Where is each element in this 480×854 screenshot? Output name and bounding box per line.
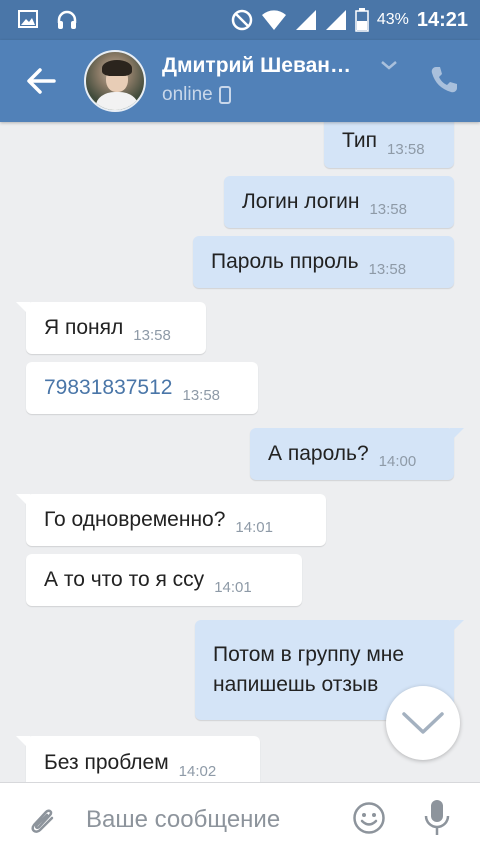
message-bubble[interactable]: 79831837512 13:58 bbox=[26, 362, 258, 414]
message-time: 13:58 bbox=[368, 261, 407, 278]
wifi-icon bbox=[261, 10, 286, 30]
status-bar: 43% 14:21 bbox=[0, 0, 480, 40]
message-input[interactable] bbox=[86, 803, 336, 837]
message-list[interactable]: Тип 13:58 Логин логин 13:58 Пароль ппрол… bbox=[0, 122, 480, 782]
message-text: Го одновременно? bbox=[44, 508, 226, 531]
clock: 14:21 bbox=[416, 8, 468, 31]
avatar[interactable] bbox=[84, 50, 146, 112]
message-text: Пароль ппроль bbox=[211, 250, 359, 273]
phone-number-link[interactable]: 79831837512 bbox=[44, 376, 172, 400]
message-bubble[interactable]: Логин логин 13:58 bbox=[224, 176, 454, 228]
bubble-tail bbox=[450, 428, 464, 442]
message-bubble[interactable]: А пароль? 14:00 bbox=[250, 428, 464, 480]
message-text: А то что то я ссу bbox=[44, 568, 205, 591]
message-text: Я понял bbox=[44, 316, 124, 339]
do-not-disturb-icon bbox=[231, 9, 253, 31]
chevron-down-icon bbox=[402, 712, 444, 734]
bubble-tail bbox=[450, 620, 464, 634]
microphone-icon[interactable] bbox=[424, 799, 450, 837]
message-time: 13:58 bbox=[387, 141, 425, 158]
message-bubble[interactable]: Пароль ппроль 13:58 bbox=[193, 236, 454, 288]
message-time: 14:01 bbox=[214, 579, 252, 596]
paperclip-icon[interactable] bbox=[26, 803, 58, 837]
emoji-icon[interactable] bbox=[352, 801, 386, 835]
online-status-label: online bbox=[162, 84, 213, 105]
contact-status: online bbox=[162, 84, 231, 106]
message-text: Без проблем bbox=[44, 751, 169, 774]
message-bubble[interactable]: Тип 13:58 bbox=[324, 122, 454, 168]
message-text: Логин логин bbox=[242, 190, 360, 213]
message-bubble[interactable]: А то что то я ссу 14:01 bbox=[26, 554, 302, 606]
bubble-tail bbox=[16, 302, 30, 316]
message-time: 14:00 bbox=[378, 453, 417, 470]
contact-name[interactable]: Дмитрий Шеван… bbox=[162, 54, 351, 78]
message-bubble[interactable]: Я понял 13:58 bbox=[16, 302, 206, 354]
battery-percent: 43% bbox=[376, 11, 409, 28]
message-composer bbox=[0, 782, 480, 854]
message-time: 13:58 bbox=[369, 201, 407, 218]
mobile-device-icon bbox=[218, 86, 231, 104]
back-arrow-icon[interactable] bbox=[24, 64, 58, 98]
chevron-down-icon[interactable] bbox=[380, 58, 398, 72]
signal-icon-2 bbox=[325, 10, 346, 30]
message-time: 14:02 bbox=[178, 763, 217, 780]
chat-header: Дмитрий Шеван… online bbox=[0, 40, 480, 122]
message-text: А пароль? bbox=[268, 442, 369, 465]
message-text: Тип bbox=[342, 129, 378, 152]
signal-icon bbox=[295, 10, 316, 30]
bubble-tail bbox=[16, 736, 30, 750]
phone-call-icon[interactable] bbox=[428, 64, 460, 96]
message-time: 14:01 bbox=[235, 519, 273, 536]
message-time: 13:58 bbox=[133, 327, 171, 344]
bubble-tail bbox=[16, 494, 30, 508]
battery-icon bbox=[355, 8, 369, 32]
message-bubble[interactable]: Без проблем 14:02 bbox=[16, 736, 260, 782]
message-bubble[interactable]: Го одновременно? 14:01 bbox=[16, 494, 326, 546]
scroll-to-bottom-button[interactable] bbox=[386, 686, 460, 760]
gallery-icon bbox=[18, 10, 38, 28]
headset-icon bbox=[57, 10, 77, 29]
message-time: 13:58 bbox=[182, 387, 221, 404]
